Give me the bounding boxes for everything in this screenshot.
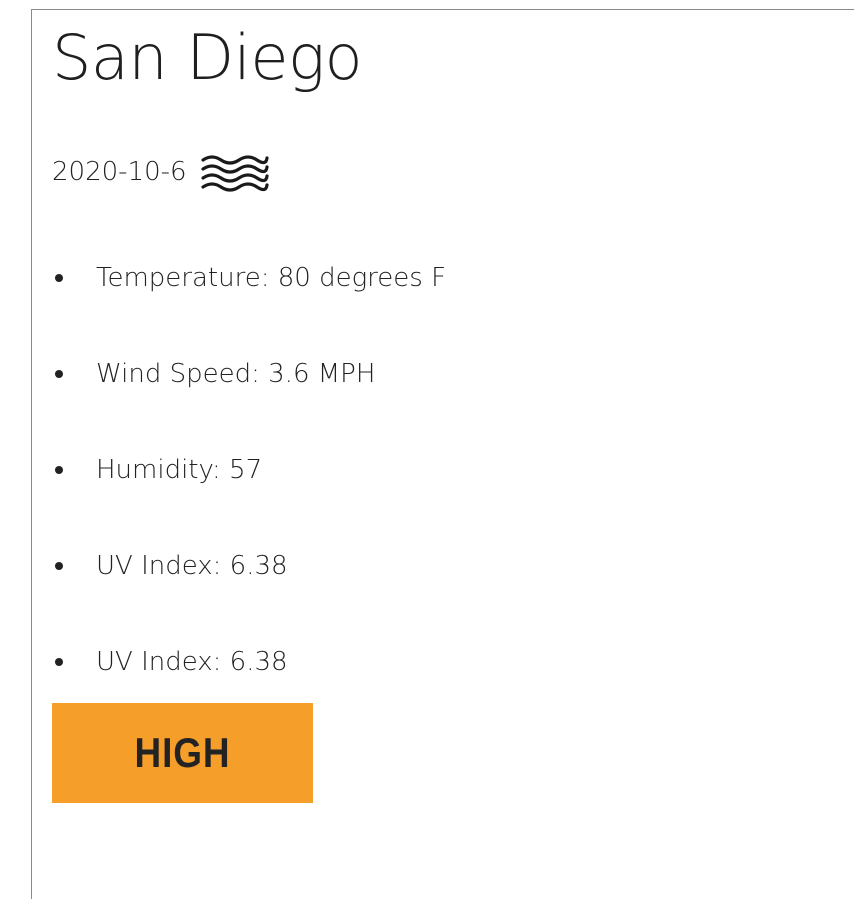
bullet — [55, 274, 63, 282]
city-name: San Diego — [52, 21, 363, 94]
bullet — [55, 466, 63, 474]
forecast-date: 2020-10-6 — [52, 157, 187, 187]
haze-icon — [199, 150, 271, 194]
detail-label: Humidity: 57 — [96, 455, 263, 485]
detail-wind-speed: Wind Speed: 3.6 MPH — [52, 342, 446, 438]
bullet — [55, 658, 63, 666]
detail-label: UV Index: 6.38 — [96, 551, 288, 581]
detail-label: UV Index: 6.38 — [96, 647, 288, 677]
detail-temperature: Temperature: 80 degrees F — [52, 246, 446, 342]
detail-humidity: Humidity: 57 — [52, 438, 446, 534]
date-row: 2020-10-6 — [52, 150, 271, 194]
weather-details-list: Temperature: 80 degrees F Wind Speed: 3.… — [52, 246, 446, 726]
bullet — [55, 562, 63, 570]
uv-level-badge: HIGH — [52, 703, 313, 803]
uv-level-label: HIGH — [134, 729, 231, 776]
detail-label: Temperature: 80 degrees F — [96, 263, 447, 293]
detail-label: Wind Speed: 3.6 MPH — [96, 359, 376, 389]
detail-uv-index: UV Index: 6.38 — [52, 534, 446, 630]
weather-card: San Diego 2020-10-6 Temperature: 80 degr… — [31, 9, 854, 899]
bullet — [55, 370, 63, 378]
